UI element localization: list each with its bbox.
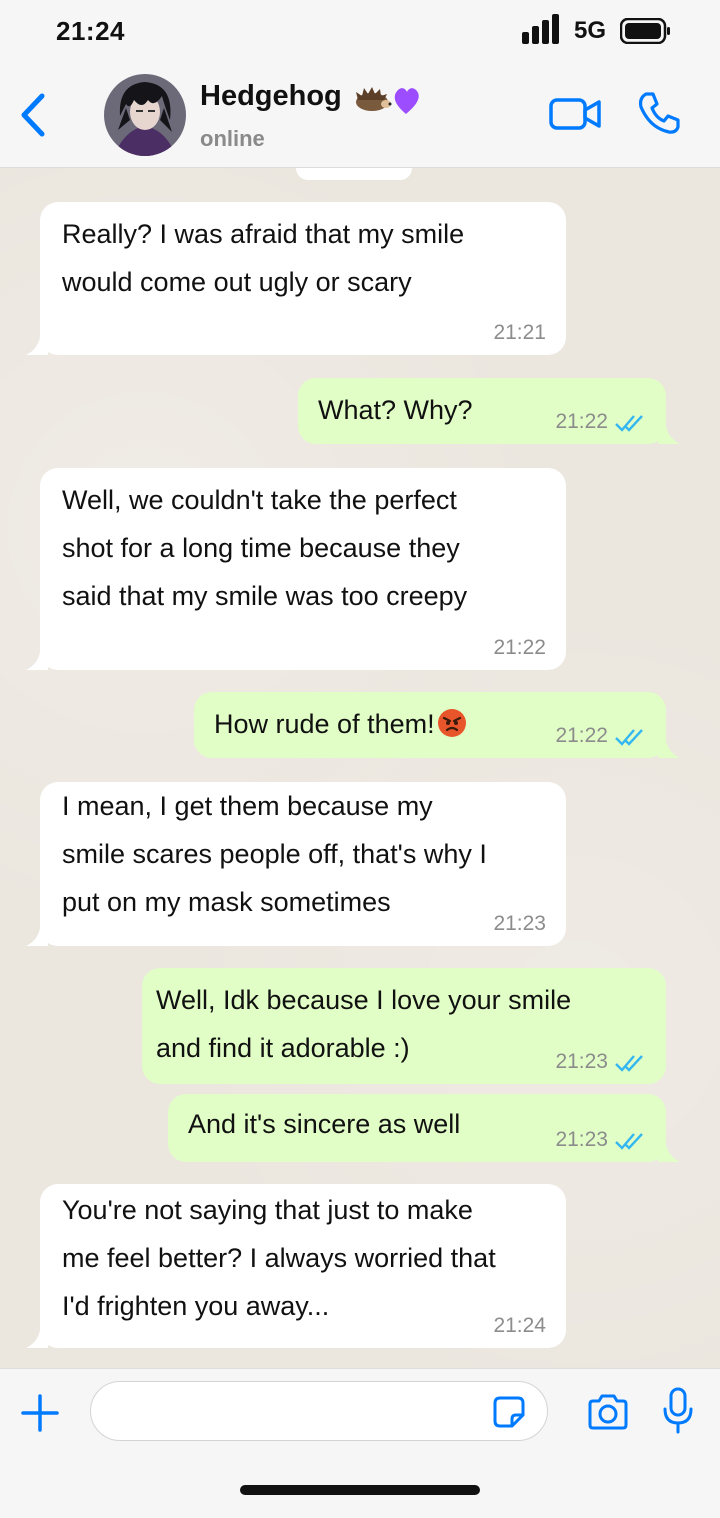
message-outgoing[interactable]: What? Why? 21:22 bbox=[298, 378, 680, 444]
message-text-content: How rude of them! bbox=[214, 709, 435, 739]
read-receipt-icon bbox=[615, 1055, 643, 1072]
phone-call-icon[interactable] bbox=[636, 90, 682, 136]
message-outgoing[interactable]: Well, Idk because I love your smile and … bbox=[142, 968, 666, 1084]
input-bar bbox=[0, 1368, 720, 1518]
message-incoming[interactable]: I mean, I get them because my smile scar… bbox=[26, 782, 566, 946]
chat-header: Hedgehog online bbox=[0, 62, 720, 168]
message-time: 21:21 bbox=[493, 321, 546, 344]
battery-icon bbox=[620, 18, 670, 44]
bubble-tail bbox=[26, 337, 48, 355]
message-time: 21:24 bbox=[493, 1314, 546, 1337]
read-receipt-icon bbox=[615, 1133, 643, 1150]
network-label: 5G bbox=[574, 17, 607, 44]
previous-message-edge bbox=[296, 168, 412, 180]
message-text: Well, we couldn't take the perfect shot … bbox=[62, 485, 468, 611]
message-time: 21:23 bbox=[493, 912, 546, 935]
camera-icon[interactable] bbox=[586, 1393, 630, 1431]
message-outgoing[interactable]: And it's sincere as well 21:23 bbox=[168, 1094, 680, 1162]
contact-name[interactable]: Hedgehog bbox=[200, 80, 342, 113]
hedgehog-and-heart-emoji bbox=[356, 87, 419, 114]
microphone-icon[interactable] bbox=[662, 1387, 694, 1435]
message-time: 21:22 bbox=[555, 410, 608, 433]
bubble-tail bbox=[658, 426, 680, 444]
bubble-tail bbox=[26, 652, 48, 670]
signal-icon bbox=[522, 14, 559, 44]
message-time: 21:23 bbox=[555, 1128, 608, 1151]
sticker-icon[interactable] bbox=[492, 1395, 526, 1429]
read-receipt-icon bbox=[615, 729, 643, 746]
bubble-tail bbox=[658, 740, 680, 758]
plus-icon[interactable] bbox=[20, 1393, 60, 1433]
status-time: 21:24 bbox=[56, 16, 125, 46]
video-call-icon[interactable] bbox=[548, 94, 602, 134]
message-time: 21:22 bbox=[493, 636, 546, 659]
chat-area[interactable]: Really? I was afraid that my smile would… bbox=[0, 168, 720, 1368]
avatar[interactable] bbox=[104, 74, 186, 156]
angry-face-emoji bbox=[437, 709, 466, 737]
bubble-tail bbox=[658, 1144, 680, 1162]
message-incoming[interactable]: Really? I was afraid that my smile would… bbox=[26, 202, 566, 355]
message-time: 21:23 bbox=[555, 1050, 608, 1073]
message-input[interactable] bbox=[90, 1381, 548, 1441]
home-indicator bbox=[240, 1485, 480, 1495]
contact-status: online bbox=[200, 126, 265, 151]
message-time: 21:22 bbox=[555, 724, 608, 747]
message-text: You're not saying that just to make me f… bbox=[62, 1195, 496, 1321]
message-incoming[interactable]: Well, we couldn't take the perfect shot … bbox=[26, 468, 566, 670]
status-bar: 21:24 5G bbox=[0, 0, 720, 62]
message-text: Really? I was afraid that my smile would… bbox=[62, 219, 465, 297]
message-outgoing[interactable]: How rude of them! 21:22 bbox=[194, 692, 680, 758]
bubble-tail bbox=[26, 928, 48, 946]
back-chevron-icon[interactable] bbox=[14, 90, 50, 140]
message-incoming[interactable]: You're not saying that just to make me f… bbox=[26, 1184, 566, 1348]
bubble-tail bbox=[26, 1330, 48, 1348]
read-receipt-icon bbox=[615, 415, 643, 432]
message-text: I mean, I get them because my smile scar… bbox=[62, 791, 487, 917]
